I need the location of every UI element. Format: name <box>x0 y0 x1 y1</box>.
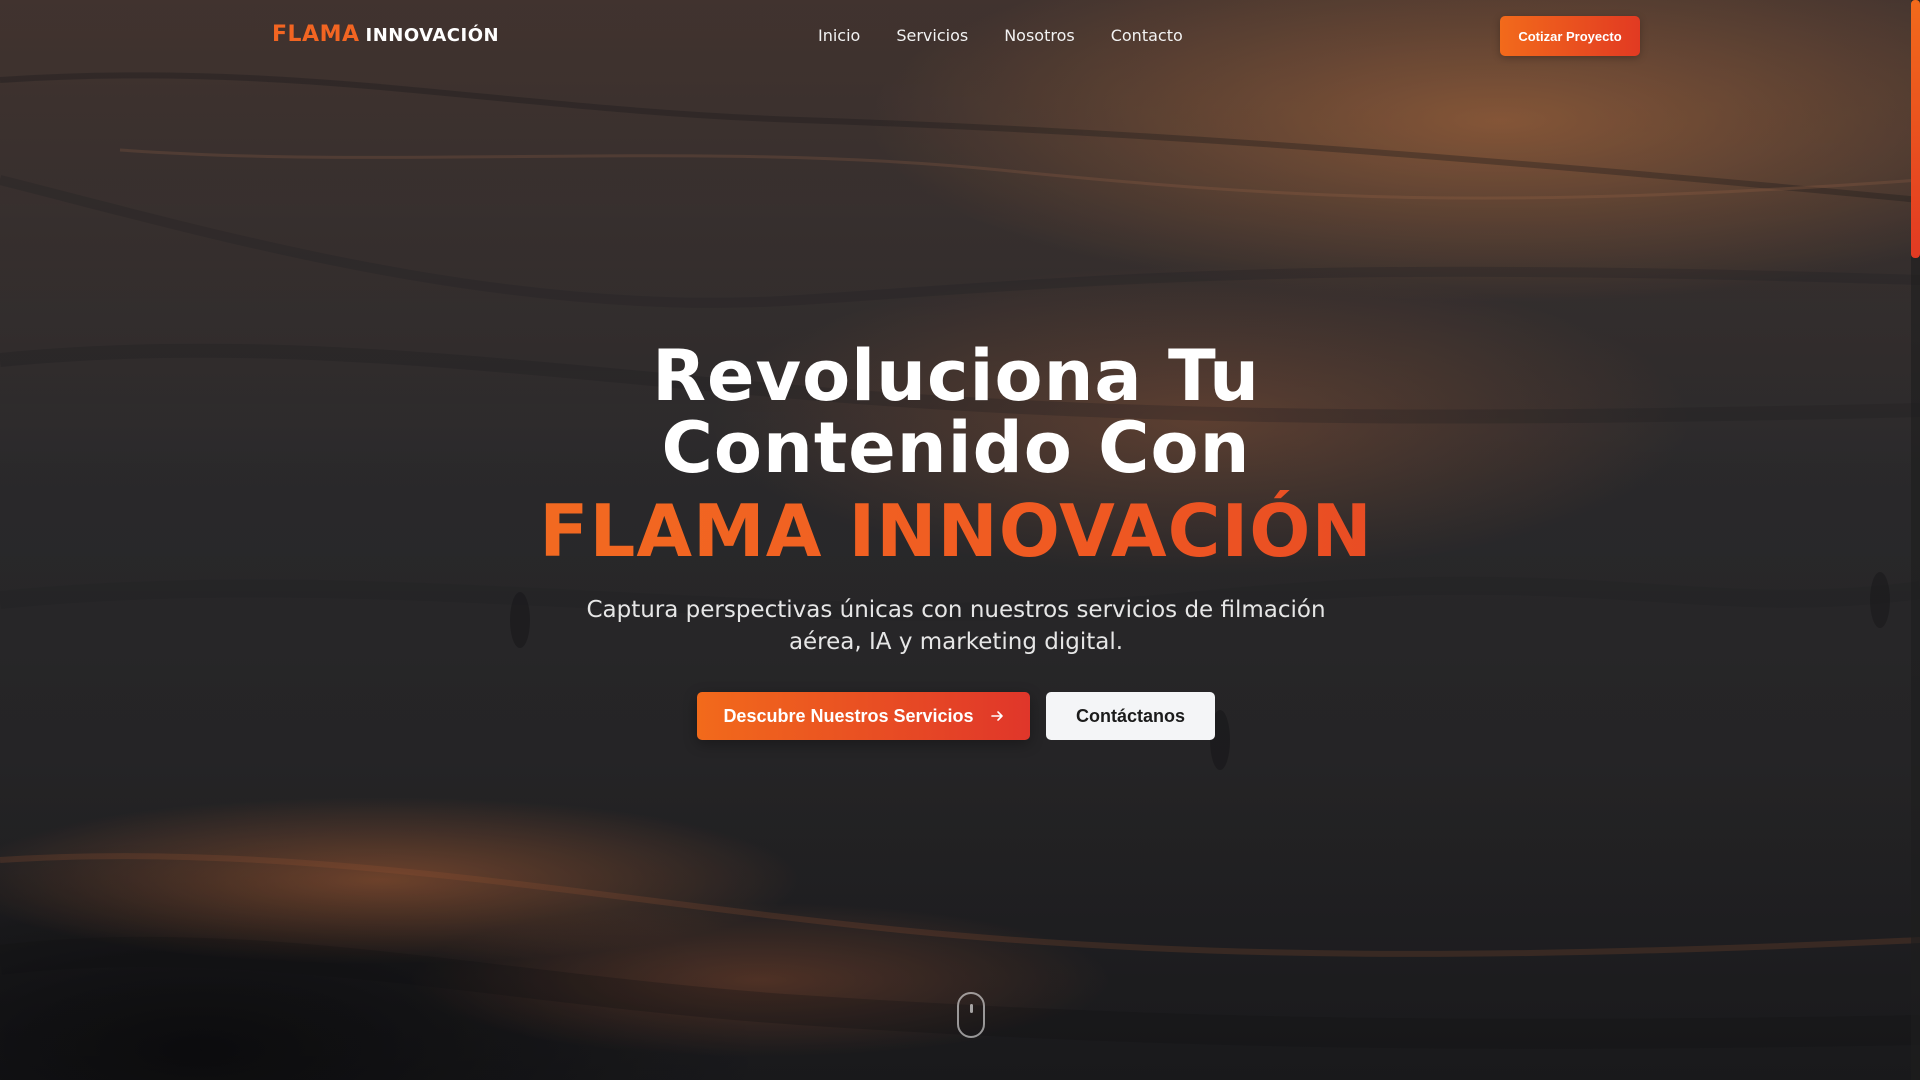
scroll-wheel <box>970 1004 973 1013</box>
hero-headline: Revoluciona Tu Contenido Con FLAMA INNOV… <box>0 340 1912 572</box>
nav-link-inicio[interactable]: Inicio <box>818 26 860 45</box>
headline-accent: FLAMA INNOVACIÓN <box>0 490 1912 572</box>
logo-sub-text: INNOVACIÓN <box>365 25 500 46</box>
main-nav: Inicio Servicios Nosotros Contacto <box>818 26 1219 45</box>
quote-project-button[interactable]: Cotizar Proyecto <box>1500 16 1640 56</box>
nav-link-servicios[interactable]: Servicios <box>896 26 968 45</box>
brand-logo[interactable]: FLAMA INNOVACIÓN <box>272 22 499 47</box>
hero-section: FLAMA INNOVACIÓN Inicio Servicios Nosotro… <box>0 0 1920 1080</box>
nav-link-contacto[interactable]: Contacto <box>1111 26 1183 45</box>
logo-brand-text: FLAMA <box>272 22 360 47</box>
navbar: FLAMA INNOVACIÓN Inicio Servicios Nosotro… <box>0 0 1920 72</box>
headline-line-2: Contenido Con <box>661 407 1251 489</box>
discover-services-label: Descubre Nuestros Servicios <box>723 705 974 726</box>
mouse-scroll-icon[interactable] <box>957 992 985 1038</box>
arrow-right-icon <box>990 711 1003 721</box>
hero-buttons: Descubre Nuestros Servicios Contáctanos <box>0 692 1912 740</box>
scrollbar-thumb[interactable] <box>1911 0 1920 258</box>
hero-subtitle: Captura perspectivas únicas con nuestros… <box>586 597 1326 655</box>
discover-services-button[interactable]: Descubre Nuestros Servicios <box>697 692 1030 740</box>
nav-link-nosotros[interactable]: Nosotros <box>1004 26 1075 45</box>
hero-content: Revoluciona Tu Contenido Con FLAMA INNOV… <box>0 340 1912 740</box>
headline-line-1: Revoluciona Tu <box>652 335 1260 417</box>
page-scrollbar[interactable] <box>1911 0 1920 1080</box>
contact-us-button[interactable]: Contáctanos <box>1046 692 1215 740</box>
